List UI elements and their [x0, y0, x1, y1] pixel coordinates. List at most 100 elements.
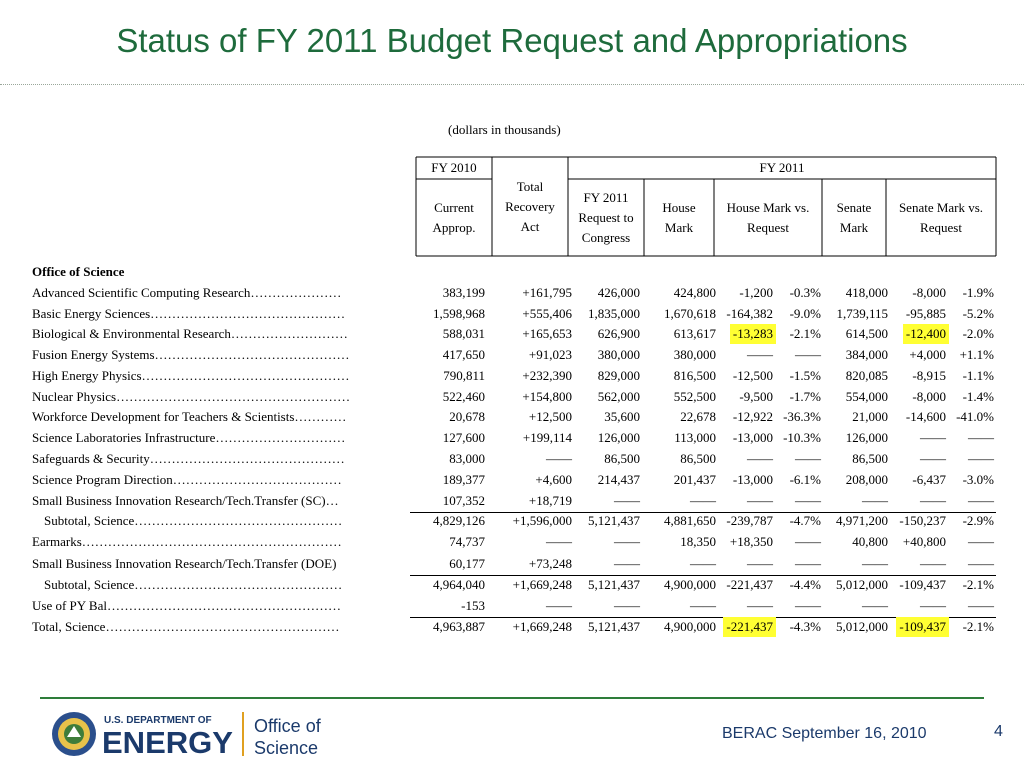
cell-r13-c4: ——	[747, 556, 773, 571]
cell-r3-c1: +91,023	[528, 347, 572, 362]
cell-r15-c8: ——	[968, 598, 994, 613]
cell-r11-c7: -150,237	[899, 513, 946, 528]
header-col-1-line-0: Total	[516, 179, 544, 194]
cell-r4-c2: 829,000	[597, 368, 640, 383]
cell-r5-c8: -1.4%	[962, 389, 994, 404]
cell-r15-c1: ——	[546, 598, 572, 613]
cell-r12-c6: 40,800	[852, 534, 888, 549]
cell-r3-c3: 380,000	[673, 347, 716, 362]
cell-r16-c2: 5,121,437	[588, 619, 640, 634]
cell-r0-c4: -1,200	[739, 285, 773, 300]
cell-r8-c1: ——	[546, 451, 572, 466]
row-label: Advanced Scientific Computing Research………	[32, 285, 342, 300]
cell-r4-c5: -1.5%	[789, 368, 821, 383]
cell-r5-c4: -9,500	[739, 389, 773, 404]
cell-r1-c7: -95,885	[905, 306, 946, 321]
cell-r5-c1: +154,800	[522, 389, 572, 404]
cell-r6-c6: 21,000	[852, 409, 888, 424]
cell-r2-c4: -13,283	[729, 324, 776, 344]
cell-r6-c5: -36.3%	[783, 409, 821, 424]
cell-r2-c1: +165,653	[522, 326, 572, 341]
cell-r12-c4: +18,350	[729, 534, 773, 549]
cell-r6-c0: 20,678	[449, 409, 485, 424]
cell-r8-c4: ——	[747, 451, 773, 466]
cell-r16-c6: 5,012,000	[836, 619, 888, 634]
cell-r5-c2: 562,000	[597, 389, 640, 404]
doe-office-of-science-logo: U.S. DEPARTMENT OF ENERGY Office of Scie…	[50, 708, 340, 760]
cell-r10-c0: 107,352	[442, 493, 485, 508]
cell-r1-c4: -164,382	[726, 306, 773, 321]
cell-r9-c1: +4,600	[535, 472, 572, 487]
row-label: Safeguards & Security………………………………………	[32, 451, 345, 466]
cell-r3-c4: ——	[747, 347, 773, 362]
header-col-6-line-1: Request	[920, 220, 962, 235]
row-label: Small Business Innovation Research/Tech.…	[32, 556, 337, 571]
cell-r12-c2: ——	[614, 534, 640, 549]
cell-r10-c5: ——	[795, 493, 821, 508]
cell-r4-c6: 820,085	[845, 368, 888, 383]
cell-r15-c3: ——	[690, 598, 716, 613]
cell-r2-c5: -2.1%	[789, 326, 821, 341]
header-col-1-line-2: Act	[520, 219, 540, 234]
cell-r12-c1: ——	[546, 534, 572, 549]
cell-r8-c7: ——	[920, 451, 946, 466]
cell-r15-c6: ——	[862, 598, 888, 613]
cell-r8-c0: 83,000	[449, 451, 485, 466]
cell-r2-c3: 613,617	[673, 326, 716, 341]
cell-r13-c6: ——	[862, 556, 888, 571]
logo-office-line2: Science	[254, 738, 318, 758]
cell-r8-c2: 86,500	[604, 451, 640, 466]
cell-r0-c1: +161,795	[522, 285, 572, 300]
cell-r8-c6: 86,500	[852, 451, 888, 466]
cell-r0-c6: 418,000	[845, 285, 888, 300]
cell-r2-c7: -12,400	[902, 324, 949, 344]
cell-r13-c5: ——	[795, 556, 821, 571]
cell-r11-c5: -4.7%	[789, 513, 821, 528]
cell-r16-c5: -4.3%	[789, 619, 821, 634]
header-col-3-line-1: Mark	[664, 220, 694, 235]
footer-text: BERAC September 16, 2010	[722, 725, 927, 742]
cell-r2-c8: -2.0%	[962, 326, 994, 341]
cell-r14-c7: -109,437	[899, 577, 946, 592]
cell-r10-c1: +18,719	[528, 493, 572, 508]
cell-r7-c7: ——	[920, 430, 946, 445]
cell-r12-c5: ——	[795, 534, 821, 549]
cell-r3-c7: +4,000	[909, 347, 946, 362]
cell-r8-c8: ——	[968, 451, 994, 466]
row-label: Earmarks……………………………………………………	[32, 534, 342, 549]
row-label: Nuclear Physics………………………………………………	[32, 389, 351, 404]
cell-r4-c0: 790,811	[443, 368, 485, 383]
row-label: Science Laboratories Infrastructure………………	[32, 430, 346, 445]
cell-r1-c1: +555,406	[522, 306, 572, 321]
cell-r7-c8: ——	[968, 430, 994, 445]
header-fy2010: FY 2010	[431, 160, 477, 175]
cell-r7-c4: -13,000	[732, 430, 773, 445]
cell-r6-c1: +12,500	[528, 409, 572, 424]
cell-r14-c3: 4,900,000	[664, 577, 716, 592]
cell-r9-c0: 189,377	[442, 472, 485, 487]
cell-r15-c5: ——	[795, 598, 821, 613]
page-number: 4	[994, 723, 1003, 740]
cell-r0-c2: 426,000	[597, 285, 640, 300]
cell-r13-c2: ——	[614, 556, 640, 571]
cell-r3-c5: ——	[795, 347, 821, 362]
cell-r4-c3: 816,500	[673, 368, 716, 383]
cell-r1-c5: -9.0%	[789, 306, 821, 321]
cell-r2-c0: 588,031	[442, 326, 485, 341]
cell-r14-c2: 5,121,437	[588, 577, 640, 592]
cell-r3-c6: 384,000	[845, 347, 888, 362]
cell-r7-c0: 127,600	[442, 430, 485, 445]
logo-office-line1: Office of	[254, 716, 322, 736]
cell-r15-c0: -153	[461, 598, 485, 613]
cell-r1-c2: 1,835,000	[588, 306, 640, 321]
cell-r0-c5: -0.3%	[789, 285, 821, 300]
cell-r11-c0: 4,829,126	[433, 513, 485, 528]
cell-r1-c3: 1,670,618	[664, 306, 716, 321]
cell-r12-c7: +40,800	[902, 534, 946, 549]
cell-r6-c7: -14,600	[905, 409, 946, 424]
header-col-2-line-2: Congress	[581, 230, 631, 245]
cell-r12-c3: 18,350	[680, 534, 716, 549]
cell-r15-c4: ——	[747, 598, 773, 613]
cell-r16-c3: 4,900,000	[664, 619, 716, 634]
row-label: High Energy Physics…………………………………………	[32, 368, 350, 383]
